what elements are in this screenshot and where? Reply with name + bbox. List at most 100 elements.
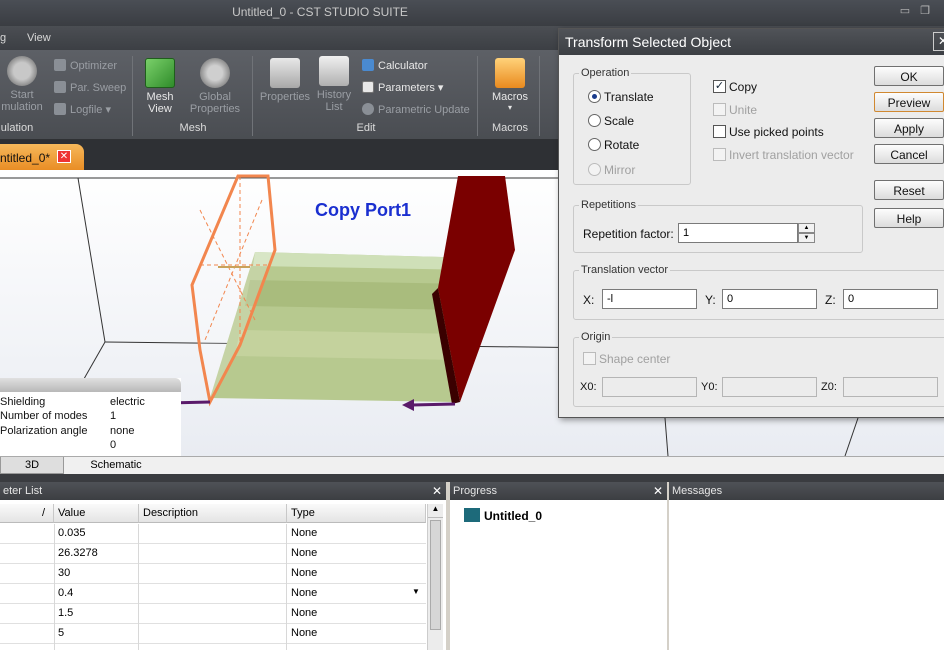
help-button[interactable]: Help	[874, 208, 944, 228]
y-input[interactable]: 0	[722, 289, 817, 309]
operation-label: Operation	[579, 67, 632, 79]
info-value: none	[110, 425, 135, 437]
messages-panel: Messages	[669, 482, 944, 650]
repetition-factor-spinner[interactable]: ▲ ▼	[798, 223, 815, 243]
invert-translation-label: Invert translation vector	[729, 148, 854, 162]
optimizer-icon	[54, 59, 66, 71]
messages-header: Messages	[669, 482, 944, 500]
y-label: Y:	[705, 293, 716, 307]
z0-input[interactable]	[843, 377, 938, 397]
properties-button[interactable]: Properties	[258, 58, 312, 103]
history-icon	[319, 56, 349, 86]
transform-dialog: Transform Selected Object ✕ Operation Tr…	[558, 28, 944, 418]
macros-button[interactable]: Macros ▾	[486, 58, 534, 112]
use-picked-points-checkbox[interactable]	[713, 125, 726, 138]
x-input[interactable]: -l	[602, 289, 697, 309]
global-properties-button[interactable]: Global Properties	[185, 58, 245, 115]
info-value: 1	[110, 410, 117, 422]
optimizer-button[interactable]: Optimizer	[54, 59, 117, 72]
close-icon[interactable]: ✕	[933, 32, 944, 51]
menu-item-simulation[interactable]: g	[0, 32, 6, 44]
logfile-button[interactable]: Logfile ▾	[54, 103, 111, 116]
progress-header: Progress ✕	[450, 482, 667, 500]
table-row[interactable]: 5 None	[0, 624, 426, 644]
apply-button[interactable]: Apply	[874, 118, 944, 138]
y0-input[interactable]	[722, 377, 817, 397]
repetition-factor-input[interactable]: 1	[678, 223, 798, 243]
parameter-list-panel: eter List ✕ / Value Description Type 0.0…	[0, 482, 446, 650]
column-divider	[54, 524, 55, 650]
parameter-list-header: eter List ✕	[0, 482, 446, 500]
copy-label[interactable]: Copy	[729, 80, 757, 94]
table-row[interactable]: 30 None	[0, 564, 426, 584]
scale-radio[interactable]	[588, 114, 601, 127]
document-tab[interactable]: ntitled_0* ✕	[0, 144, 84, 170]
mesh-view-button[interactable]: Mesh View	[140, 58, 180, 115]
scale-label[interactable]: Scale	[604, 114, 634, 128]
tab-3d[interactable]: 3D	[0, 457, 64, 474]
close-icon[interactable]: ✕	[653, 484, 663, 498]
play-icon	[7, 56, 37, 86]
minimize-icon[interactable]: ▭	[896, 4, 914, 18]
gear-icon	[200, 58, 230, 88]
origin-label: Origin	[579, 331, 613, 343]
scrollbar-thumb[interactable]	[430, 520, 441, 630]
restore-icon[interactable]: ❐	[916, 4, 934, 18]
rotate-label[interactable]: Rotate	[604, 138, 639, 152]
tab-schematic[interactable]: Schematic	[64, 457, 168, 474]
progress-item[interactable]: Untitled_0	[464, 508, 542, 523]
history-list-button[interactable]: History List	[313, 56, 355, 113]
close-icon[interactable]: ✕	[57, 150, 71, 163]
info-key: Shielding	[0, 396, 46, 408]
column-header-type[interactable]: Type	[287, 504, 426, 523]
ribbon-divider	[252, 56, 253, 136]
y0-label: Y0:	[701, 381, 718, 393]
table-row[interactable]: 1.5 None	[0, 604, 426, 624]
panel-splitter[interactable]	[0, 474, 944, 482]
vertical-scrollbar[interactable]: ▲	[427, 504, 443, 650]
close-icon[interactable]: ✕	[432, 484, 442, 498]
reset-button[interactable]: Reset	[874, 180, 944, 200]
table-row[interactable]: 0.035 None	[0, 524, 426, 544]
translate-label[interactable]: Translate	[604, 90, 654, 104]
table-row[interactable]: 0.4 None ▼	[0, 584, 426, 604]
cancel-button[interactable]: Cancel	[874, 144, 944, 164]
info-value: electric	[110, 396, 145, 408]
info-key: Polarization angle	[0, 425, 88, 437]
ribbon-divider	[539, 56, 540, 136]
start-simulation-button[interactable]: Start mulation	[0, 56, 44, 113]
menu-item-view[interactable]: View	[27, 32, 51, 44]
title-bar: Untitled_0 - CST STUDIO SUITE ▭ ❐	[0, 0, 944, 26]
invert-translation-checkbox[interactable]	[713, 148, 726, 161]
column-header-description[interactable]: Description	[139, 504, 287, 523]
table-row[interactable]: 26.3278 None	[0, 544, 426, 564]
parameters-button[interactable]: Parameters ▾	[362, 81, 443, 94]
parametric-update-button[interactable]: Parametric Update	[362, 103, 470, 116]
progress-panel: Progress ✕ Untitled_0	[450, 482, 667, 650]
calculator-button[interactable]: Calculator	[362, 59, 428, 72]
column-header-sort[interactable]: /	[0, 504, 54, 523]
spin-up-icon[interactable]: ▲	[798, 223, 815, 233]
calculator-icon	[362, 59, 374, 71]
chevron-down-icon[interactable]: ▼	[412, 587, 420, 596]
x0-input[interactable]	[602, 377, 697, 397]
unite-checkbox[interactable]	[713, 103, 726, 116]
repetition-factor-label: Repetition factor:	[583, 227, 674, 241]
rotate-radio[interactable]	[588, 138, 601, 151]
mirror-radio[interactable]	[588, 163, 601, 176]
x-label: X:	[583, 293, 595, 307]
use-picked-points-label[interactable]: Use picked points	[729, 125, 824, 139]
par-sweep-button[interactable]: Par. Sweep	[54, 81, 126, 94]
info-panel-header	[0, 378, 181, 392]
preview-button[interactable]: Preview	[874, 92, 944, 112]
spin-down-icon[interactable]: ▼	[798, 233, 815, 243]
translate-radio[interactable]	[588, 90, 601, 103]
column-header-value[interactable]: Value	[54, 504, 139, 523]
shape-center-checkbox[interactable]	[583, 352, 596, 365]
dialog-title-bar[interactable]: Transform Selected Object ✕	[559, 29, 944, 55]
z-input[interactable]: 0	[843, 289, 938, 309]
progress-title: Progress	[453, 485, 498, 497]
copy-checkbox[interactable]: ✓	[713, 80, 726, 93]
ok-button[interactable]: OK	[874, 66, 944, 86]
scroll-up-icon[interactable]: ▲	[428, 504, 443, 518]
